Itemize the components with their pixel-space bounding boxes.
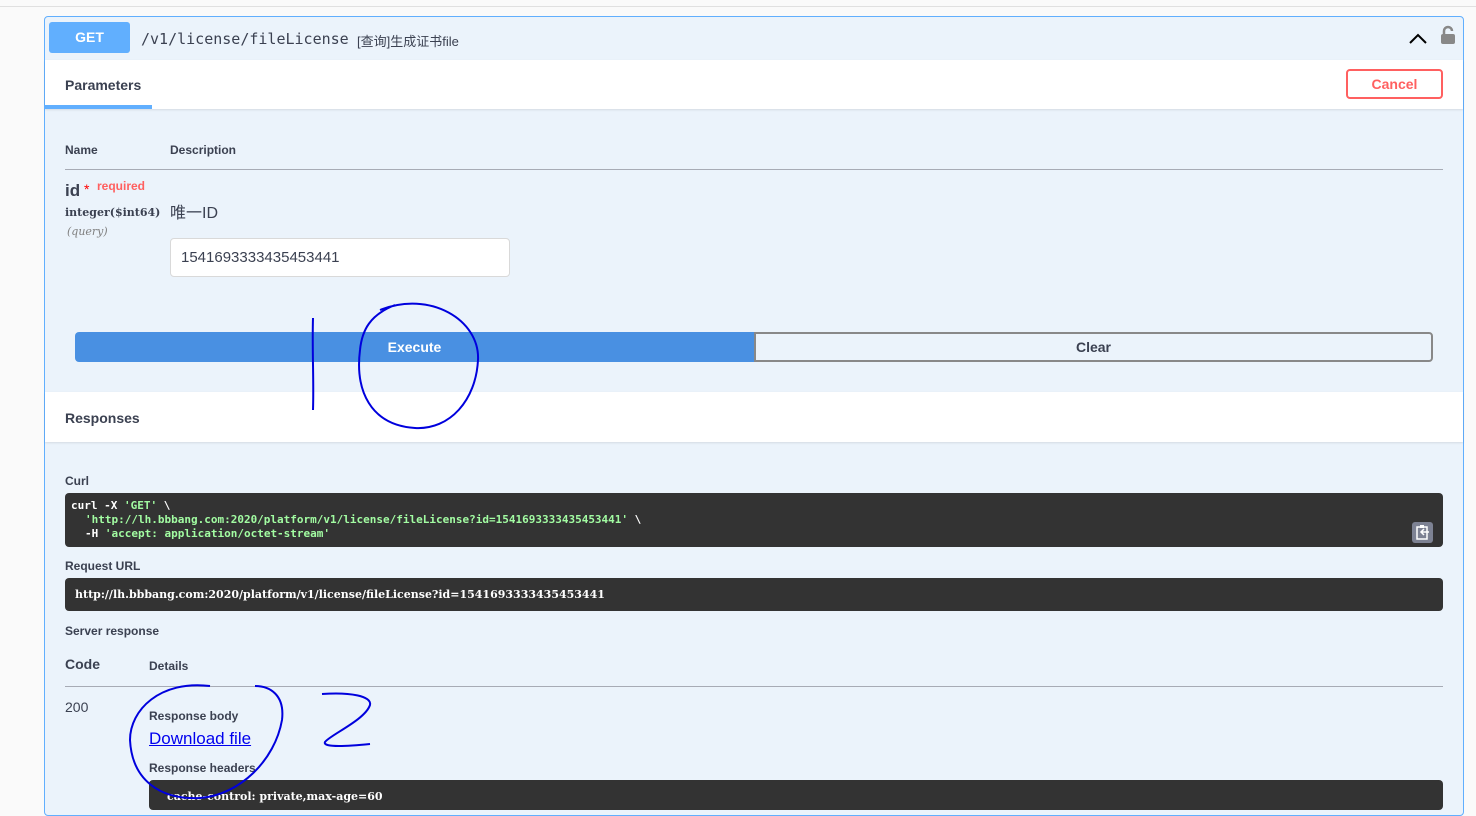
curl-method: 'GET' xyxy=(123,499,158,512)
param-location: (query) xyxy=(67,225,108,238)
details-header: Details xyxy=(149,659,189,673)
id-input[interactable]: 1541693333435453441 xyxy=(170,238,510,277)
description-column-header: Description xyxy=(170,143,237,157)
name-column-header: Name xyxy=(65,143,98,157)
operation-path[interactable]: /v1/license/fileLicense xyxy=(141,30,349,48)
server-response-label: Server response xyxy=(65,624,160,638)
operation-summary[interactable]: [查询]生成证书file xyxy=(357,31,459,50)
divider xyxy=(65,686,1443,687)
request-url-label: Request URL xyxy=(65,559,141,573)
curl-header: 'accept: application/octet-stream' xyxy=(104,527,331,540)
curl-text: curl -X xyxy=(71,499,124,512)
method-badge[interactable]: GET xyxy=(49,22,130,53)
responses-header xyxy=(45,392,1463,442)
response-headers: cache-control: private,max-age=60 xyxy=(149,780,1443,810)
copy-to-clipboard-icon[interactable] xyxy=(1412,522,1433,543)
clear-button[interactable]: Clear xyxy=(754,332,1433,362)
execute-button[interactable]: Execute xyxy=(75,332,754,362)
response-body-label: Response body xyxy=(149,709,239,723)
response-headers-label: Response headers xyxy=(149,761,256,775)
unlock-icon[interactable] xyxy=(1440,25,1456,45)
divider xyxy=(0,6,1476,7)
parameters-header xyxy=(45,60,1463,109)
curl-cont: \ xyxy=(628,513,642,526)
responses-title: Responses xyxy=(65,410,140,426)
tab-parameters[interactable]: Parameters xyxy=(65,77,141,93)
chevron-up-icon[interactable] xyxy=(1408,31,1428,45)
cancel-button[interactable]: Cancel xyxy=(1346,69,1443,99)
curl-url: 'http://lh.bbbang.com:2020/platform/v1/l… xyxy=(85,513,629,526)
param-type: integer($int64) xyxy=(65,206,161,219)
required-label: required xyxy=(97,179,146,193)
code-header: Code xyxy=(65,656,100,672)
param-name: id xyxy=(65,181,81,200)
curl-label: Curl xyxy=(65,474,89,488)
response-code: 200 xyxy=(65,699,89,715)
required-star: * xyxy=(84,181,90,197)
divider xyxy=(65,169,1443,170)
curl-cont: \ xyxy=(157,499,171,512)
download-file-link[interactable]: Download file xyxy=(149,729,251,749)
curl-flag: -H xyxy=(85,527,105,540)
param-description: 唯一ID xyxy=(170,205,219,222)
tab-active-indicator xyxy=(44,105,152,109)
request-url[interactable]: http://lh.bbbang.com:2020/platform/v1/li… xyxy=(65,578,1443,611)
curl-block[interactable]: curl -X 'GET' \ 'http://lh.bbbang.com:20… xyxy=(65,493,1443,547)
